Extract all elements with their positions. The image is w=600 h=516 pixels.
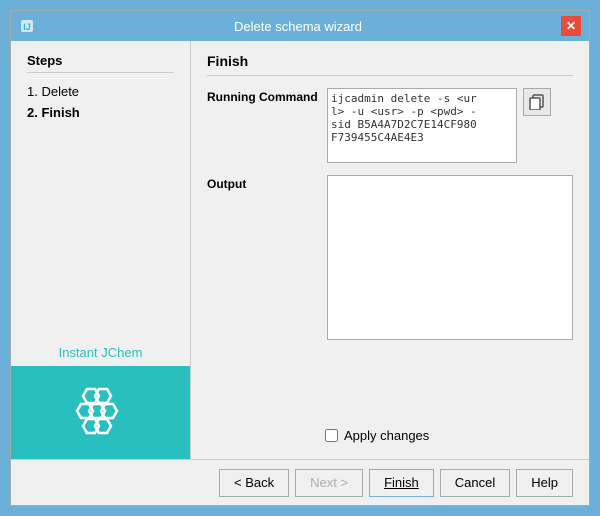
copy-button[interactable] <box>523 88 551 116</box>
back-button[interactable]: < Back <box>219 469 289 497</box>
apply-changes-checkbox[interactable] <box>325 429 338 442</box>
close-button[interactable]: ✕ <box>561 16 581 36</box>
copy-icon <box>529 94 545 110</box>
finish-button[interactable]: Finish <box>369 469 434 497</box>
output-textarea[interactable] <box>327 175 573 340</box>
output-label: Output <box>207 175 327 191</box>
main-panel: Finish Running Command Output <box>191 41 589 459</box>
footer: < Back Next > Finish Cancel Help <box>11 459 589 505</box>
step-delete: 1. Delete <box>27 81 174 102</box>
title-bar: IJ Delete schema wizard ✕ <box>11 11 589 41</box>
cancel-button[interactable]: Cancel <box>440 469 510 497</box>
apply-changes-label[interactable]: Apply changes <box>344 428 429 443</box>
section-title: Finish <box>207 53 573 76</box>
sidebar-brand: Instant JChem <box>11 339 190 459</box>
svg-text:IJ: IJ <box>23 22 31 32</box>
brand-logo-area <box>11 366 190 459</box>
brand-logo-icon <box>71 383 131 443</box>
steps-section: Steps 1. Delete 2. Finish <box>11 41 190 339</box>
title-bar-icon: IJ <box>19 18 35 34</box>
next-button[interactable]: Next > <box>295 469 363 497</box>
help-button[interactable]: Help <box>516 469 573 497</box>
wizard-window: IJ Delete schema wizard ✕ Steps 1. Delet… <box>10 10 590 506</box>
main-content: Steps 1. Delete 2. Finish Instant JChem <box>11 41 589 459</box>
output-row: Output <box>207 175 573 420</box>
steps-title: Steps <box>27 53 174 73</box>
window-title: Delete schema wizard <box>35 19 561 34</box>
apply-changes-checkbox-area: Apply changes <box>325 428 429 443</box>
running-command-row: Running Command <box>207 88 573 163</box>
apply-changes-row: Apply changes <box>207 428 573 443</box>
brand-name: Instant JChem <box>11 339 190 366</box>
step-finish: 2. Finish <box>27 102 174 123</box>
command-container <box>327 88 573 163</box>
running-command-label: Running Command <box>207 88 327 104</box>
sidebar: Steps 1. Delete 2. Finish Instant JChem <box>11 41 191 459</box>
command-textarea[interactable] <box>327 88 517 163</box>
